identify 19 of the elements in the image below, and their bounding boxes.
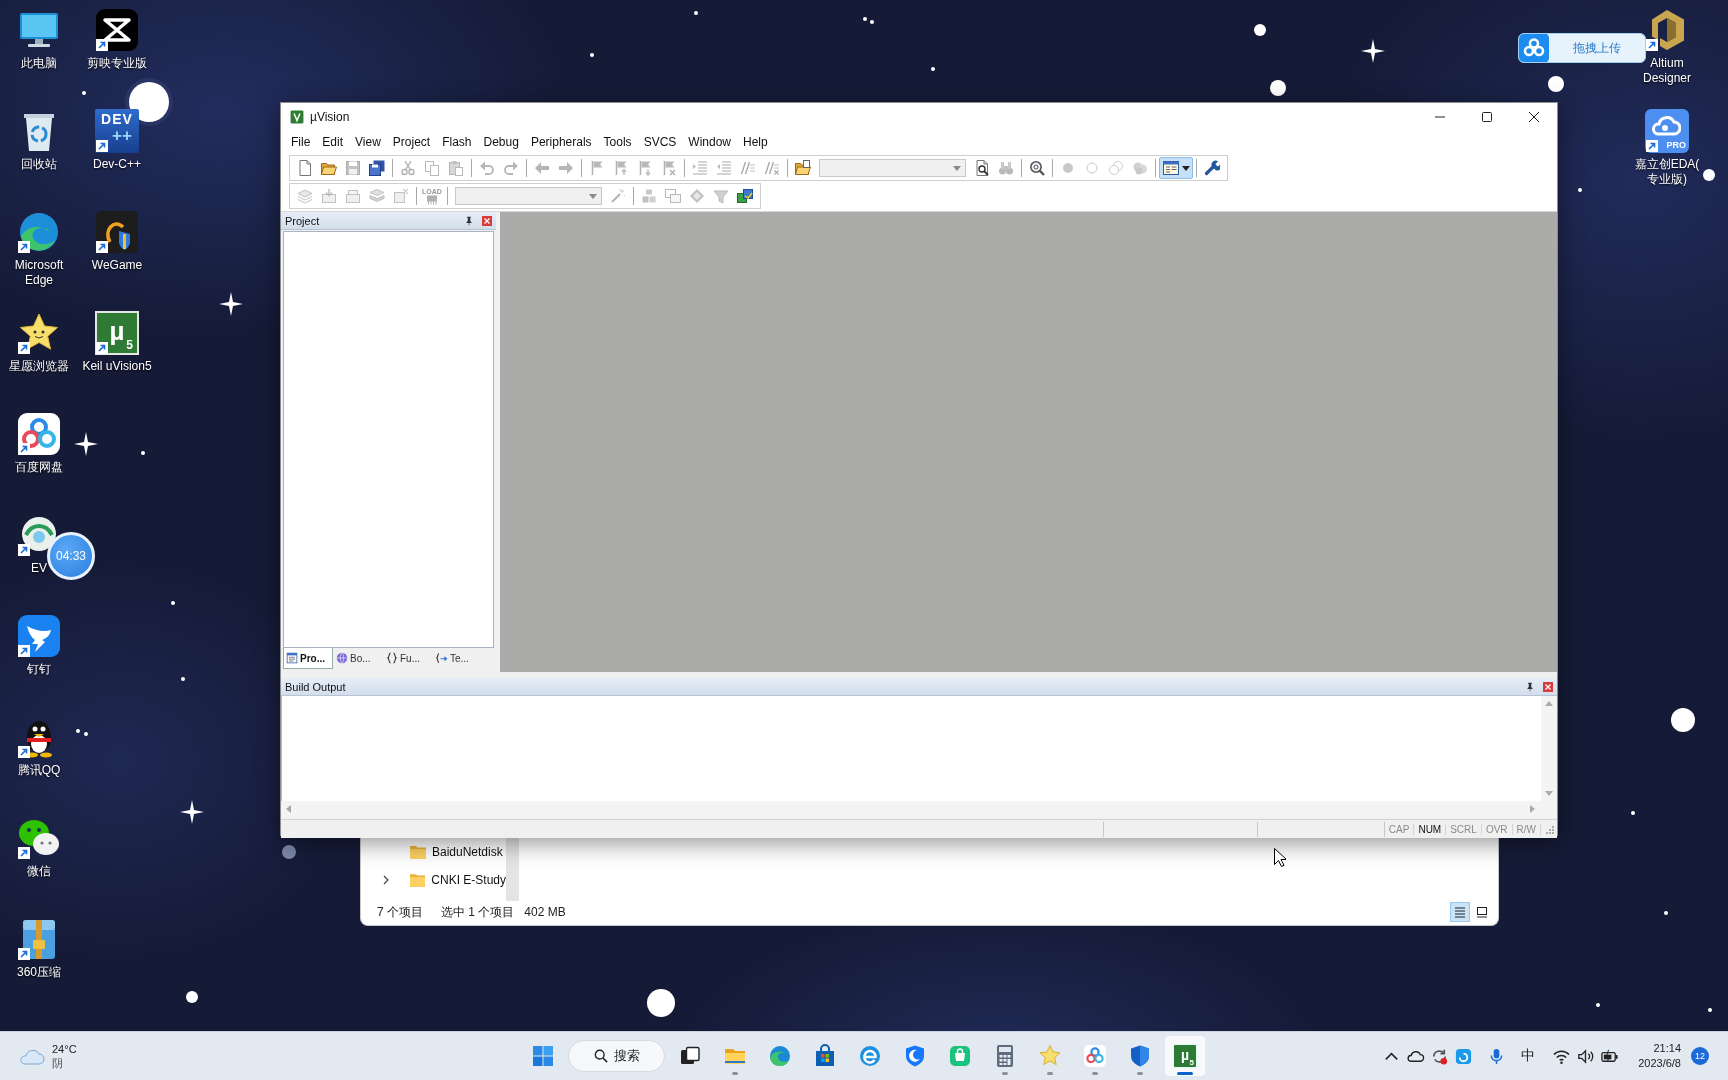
upload-label: 拖拽上传: [1572, 39, 1622, 57]
logo-text: DEV: [101, 111, 133, 127]
logo-text: µ: [1180, 1047, 1190, 1062]
logo-text: PRO: [1666, 140, 1686, 150]
status-indicator: OVR: [1481, 823, 1513, 835]
selection-size: 402 MB: [524, 905, 566, 919]
panel-title: Build Output: [285, 680, 346, 693]
status-indicator: CAP: [1384, 823, 1415, 835]
status-indicator: R/W: [1512, 823, 1541, 835]
status-indicator: NUM: [1414, 823, 1447, 835]
selection-info: 选中 1 个项目: [441, 903, 515, 921]
status-indicator: SCRL: [1446, 823, 1482, 835]
logo-text: 5: [1189, 1058, 1194, 1067]
logo-text: ++: [112, 127, 132, 145]
panel-title: Project: [285, 214, 320, 227]
window-title: µVision: [310, 109, 350, 124]
item-count: 7 个项目: [377, 903, 423, 921]
logo-text: 5: [126, 339, 133, 352]
logo-text: µ: [109, 317, 125, 345]
